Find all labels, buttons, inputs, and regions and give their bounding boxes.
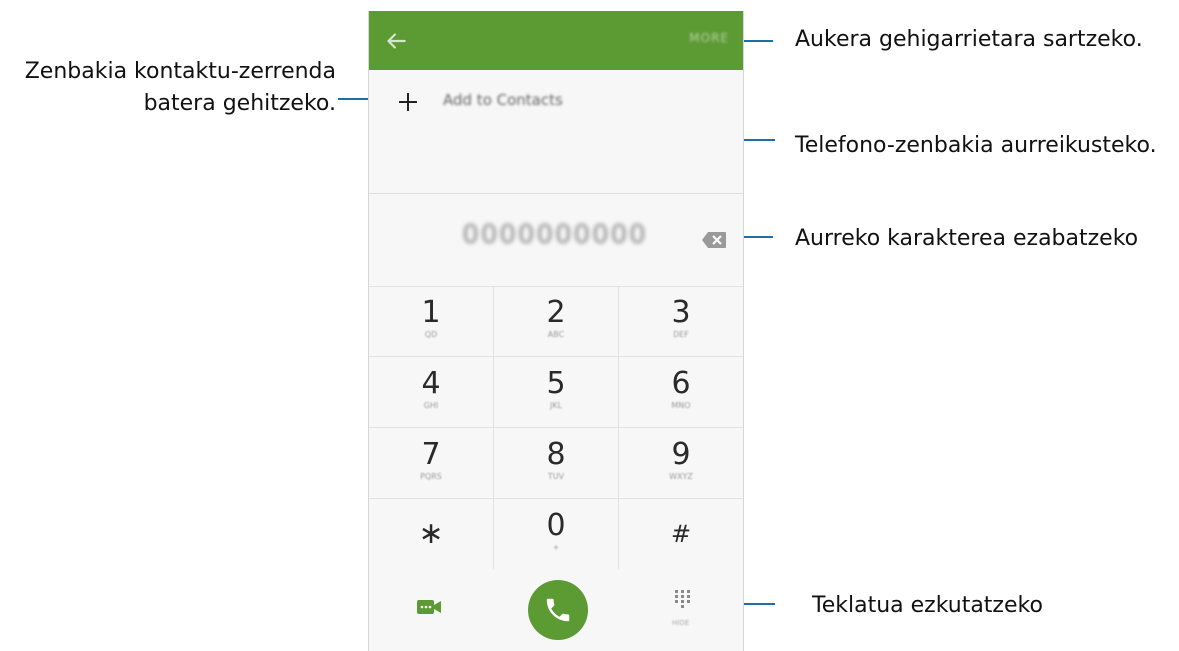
key-letters: ABC: [547, 330, 565, 339]
key-digit: 7: [421, 437, 441, 472]
backspace-icon[interactable]: [701, 231, 727, 249]
back-arrow-icon[interactable]: [383, 28, 409, 54]
key-letters: MNO: [671, 401, 691, 410]
key-7[interactable]: 7 PQRS: [369, 428, 493, 500]
key-digit: #: [670, 520, 692, 548]
key-digit: 3: [671, 295, 691, 330]
key-letters: WXYZ: [669, 472, 693, 481]
key-5[interactable]: 5 JKL: [494, 357, 618, 429]
key-3[interactable]: 3 DEF: [619, 286, 743, 358]
key-digit: 4: [421, 366, 441, 401]
key-letters: [369, 551, 493, 561]
callout-delete-char: Aurreko karakterea ezabatzeko: [795, 226, 1139, 251]
more-button[interactable]: MORE: [689, 31, 729, 45]
key-letters: GHI: [423, 401, 439, 410]
key-1[interactable]: 1 QD: [369, 286, 493, 358]
key-hash[interactable]: #: [619, 499, 743, 571]
key-digit: 6: [671, 366, 691, 401]
callout-hide-keypad: Teklatua ezkutatzeko: [812, 593, 1043, 618]
key-letters: JKL: [549, 401, 563, 410]
key-digit: 0: [546, 508, 566, 543]
key-8[interactable]: 8 TUV: [494, 428, 618, 500]
dialer-bottom-bar: HIDE: [369, 569, 743, 651]
key-letters: +: [552, 543, 560, 552]
key-digit: 8: [546, 437, 566, 472]
app-bar: MORE: [369, 11, 743, 70]
key-letters: QD: [424, 330, 438, 339]
key-star[interactable]: ∗: [369, 499, 493, 571]
dialer-screen: MORE Add to Contacts 0000000000 1 QD 2 ABC…: [368, 11, 744, 651]
key-letters: PQRS: [420, 472, 442, 481]
plus-icon: [399, 93, 417, 111]
key-digit: ∗: [418, 516, 444, 551]
callout-more-options: Aukera gehigarrietara sartzeko.: [795, 27, 1143, 52]
key-letters: TUV: [547, 472, 565, 481]
keypad-toggle-label: HIDE: [672, 619, 690, 627]
key-letters: [619, 551, 743, 561]
key-digit: 9: [671, 437, 691, 472]
key-9[interactable]: 9 WXYZ: [619, 428, 743, 500]
divider: [369, 193, 743, 194]
key-4[interactable]: 4 GHI: [369, 357, 493, 429]
key-0[interactable]: 0 +: [494, 499, 618, 571]
key-2[interactable]: 2 ABC: [494, 286, 618, 358]
key-6[interactable]: 6 MNO: [619, 357, 743, 429]
key-letters: DEF: [673, 330, 689, 339]
add-to-contacts-label: Add to Contacts: [443, 91, 563, 109]
video-call-icon[interactable]: [416, 598, 442, 616]
callout-add-to-contacts-line2: batera gehitzeko.: [143, 91, 336, 116]
keypad-toggle-icon[interactable]: [672, 588, 694, 616]
key-digit: 5: [546, 366, 566, 401]
phone-number-display: 0000000000: [462, 220, 648, 250]
phone-icon: [546, 598, 570, 622]
callout-preview-number: Telefono-zenbakia aurreikusteko.: [795, 133, 1157, 158]
key-digit: 2: [546, 295, 566, 330]
callout-add-to-contacts-line1: Zenbakia kontaktu-zerrenda: [24, 59, 336, 84]
call-button[interactable]: [528, 580, 588, 640]
add-to-contacts-row[interactable]: Add to Contacts: [369, 81, 743, 125]
key-digit: 1: [421, 295, 441, 330]
